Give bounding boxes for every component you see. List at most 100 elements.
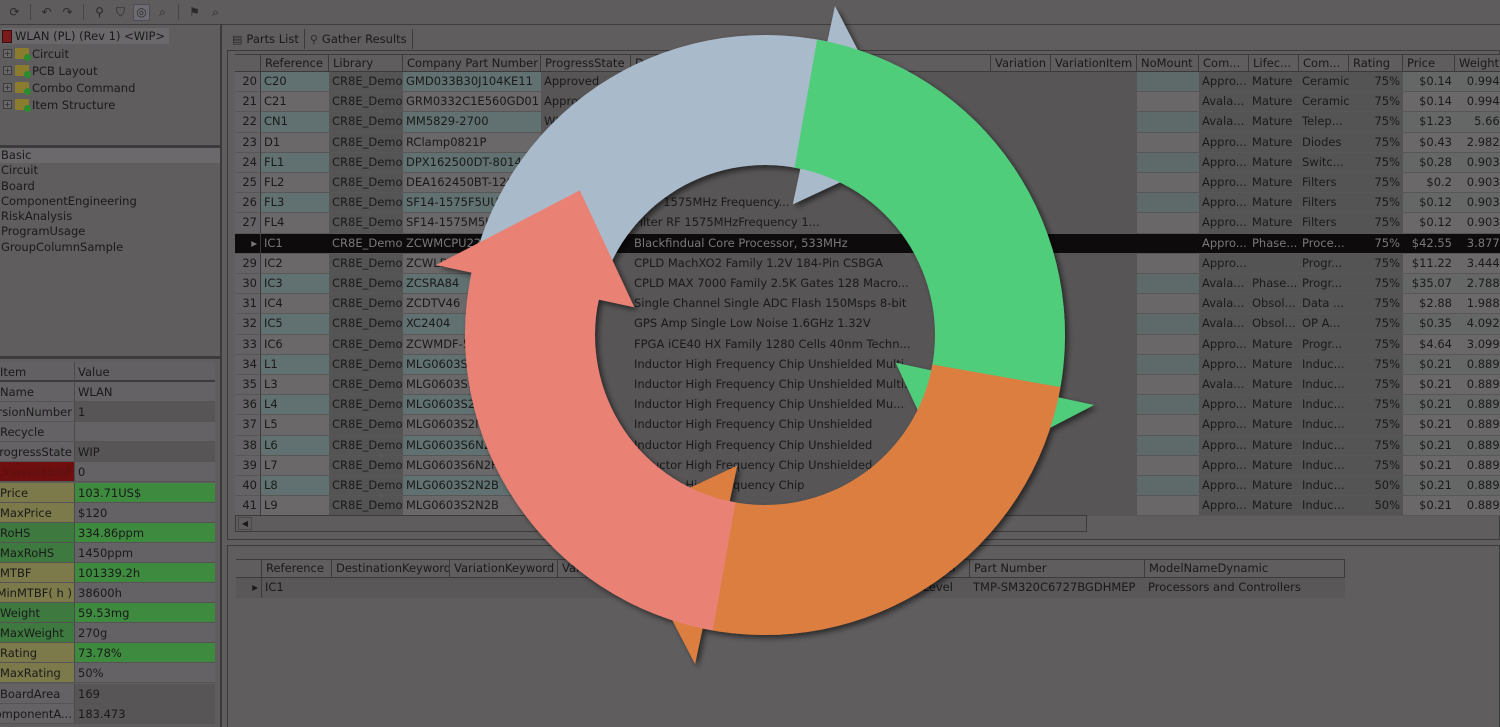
property-row[interactable]: Name WLAN [0, 382, 215, 403]
parts-table-row[interactable]: 20 C20 CR8E_Demo GMD033B30J104KE11 Approved.… [235, 72, 1500, 93]
property-row[interactable]: MinMTBF( h ) 38600h [0, 583, 215, 604]
view-item[interactable]: ProgramUsage [0, 224, 220, 239]
property-row[interactable]: Price 103.71US$ [0, 482, 215, 503]
property-value[interactable]: 50% [75, 663, 215, 684]
divider[interactable] [0, 356, 220, 359]
column-header[interactable]: ProgressState [541, 54, 631, 72]
property-row[interactable]: ComponentA...183.473 [0, 703, 215, 724]
search-button[interactable]: ⌕ [207, 4, 224, 21]
property-row[interactable]: RoHS 334.86ppm [0, 522, 215, 543]
column-header[interactable]: Part Number [970, 559, 1145, 578]
zoom-fit-button[interactable]: ⌕ [154, 4, 171, 21]
tab-parts-list[interactable]: ▤ Parts List [227, 29, 305, 49]
property-value[interactable] [75, 422, 215, 443]
column-header[interactable]: Lifec... [1249, 54, 1299, 72]
parts-table-row[interactable]: 39 L7 CR8E_Demo MLG0603S6N2H Inductor High F… [235, 455, 1500, 476]
parts-table-row[interactable]: 30 IC3 CR8E_Demo ZCSRA84 CPLD MAX 7000 Famil… [235, 274, 1500, 295]
column-header[interactable]: Price [1403, 54, 1455, 72]
property-value[interactable]: 270g [75, 623, 215, 644]
tree-node[interactable]: + Item Structure [3, 96, 115, 113]
filter-button[interactable]: ⛉ [112, 4, 129, 21]
tree-node[interactable]: + Combo Command [3, 79, 135, 96]
property-value[interactable]: 38600h [75, 583, 215, 604]
property-value[interactable]: $120 [75, 502, 215, 523]
view-item[interactable]: Basic [0, 148, 220, 164]
parts-table-row[interactable]: 41 L9 CR8E_Demo MLG0603S2N2B Appro... Mature I… [235, 496, 1500, 517]
view-item[interactable]: RiskAnalysis [0, 209, 220, 224]
parts-table-row[interactable]: 22 CN1 CR8E_Demo MM5829-2700 WIP ...4 Ter... A… [235, 112, 1500, 133]
column-header[interactable]: VariationItem [1051, 54, 1137, 72]
item-column-header[interactable]: Item [0, 362, 75, 383]
parts-table-row[interactable]: 36 L4 CR8E_Demo MLG0603S2 Inductor High Freq… [235, 395, 1500, 416]
property-row[interactable]: UnavailableP 0 [0, 462, 215, 483]
parts-table-row[interactable]: 31 IC4 CR8E_Demo ZCDTV46 Single Channel Sing… [235, 294, 1500, 315]
view-item[interactable]: Board [0, 179, 220, 194]
view-button[interactable]: ◎ [133, 3, 150, 21]
parts-table-row[interactable]: ▸ IC1 CR8E_Demo ZCWMCPU22 Blackfindual Core … [235, 233, 1500, 254]
property-value[interactable]: 0 [75, 462, 215, 483]
property-value[interactable]: 73.78% [75, 643, 215, 664]
view-item[interactable]: GroupColumnSample [0, 240, 220, 255]
property-row[interactable]: Weight 59.53mg [0, 603, 215, 624]
gather-button[interactable]: ⚲ [91, 4, 108, 21]
parts-table-row[interactable]: 34 L1 CR8E_Demo MLG0603S Inductor High Frequ… [235, 354, 1500, 375]
property-value[interactable]: WIP [75, 442, 215, 463]
column-header[interactable]: Library [329, 54, 403, 72]
value-column-header[interactable]: Value [75, 362, 215, 383]
pin-button[interactable]: ⚑ [186, 4, 203, 21]
property-row[interactable]: MaxPrice $120 [0, 502, 215, 523]
parts-table-row[interactable]: 37 L5 CR8E_Demo MLG0603S2N Inductor High Fre… [235, 415, 1500, 436]
parts-table-row[interactable]: 38 L6 CR8E_Demo MLG0603S6N2 Inductor High Fr… [235, 435, 1500, 456]
parts-table-row[interactable]: 32 IC5 CR8E_Demo XC2404 GPS Amp Single Low N… [235, 314, 1500, 335]
column-header[interactable]: Varia... [558, 559, 628, 578]
property-row[interactable]: MaxRoHS 1450ppm [0, 542, 215, 563]
property-row[interactable]: Recycle [0, 422, 215, 443]
expand-icon[interactable]: + [3, 66, 12, 75]
property-value[interactable]: 334.86ppm [75, 522, 215, 543]
tree-node[interactable]: + PCB Layout [3, 62, 98, 79]
parts-table-row[interactable]: 29 IC2 CR8E_Demo ZCWLBT185 CPLD MachXO2 Fami… [235, 253, 1500, 274]
undo-button[interactable]: ↶ [38, 4, 55, 21]
column-header[interactable]: Com... [1199, 54, 1249, 72]
property-value[interactable]: 59.53mg [75, 603, 215, 624]
property-row[interactable]: MTBF 101339.2h [0, 562, 215, 583]
property-value[interactable]: 1 [75, 402, 215, 423]
parts-table-row[interactable]: 24 FL1 CR8E_Demo DPX162500DT-8014A Appro... M… [235, 152, 1500, 173]
parts-table-row[interactable]: 33 IC6 CR8E_Demo ZCWMDF-5 FPGA iCE40 HX Fami… [235, 334, 1500, 355]
column-header[interactable]: Reference [262, 559, 332, 578]
expand-icon[interactable]: + [3, 49, 12, 58]
property-value[interactable]: WLAN [75, 382, 215, 403]
parts-table-row[interactable]: 35 L3 CR8E_Demo MLG0603S9 Inductor High Freq… [235, 375, 1500, 396]
column-header[interactable] [236, 559, 262, 578]
column-header[interactable]: DestinationKeyword [332, 559, 450, 578]
property-value[interactable]: 183.473 [75, 703, 215, 724]
expand-icon[interactable]: + [3, 83, 12, 92]
column-header[interactable]: Weight [1455, 54, 1500, 72]
column-header[interactable]: VariationKeyword [450, 559, 558, 578]
refresh-button[interactable]: ⟳ [6, 4, 23, 21]
scroll-left-button[interactable]: ◀ [238, 517, 252, 530]
property-row[interactable]: MaxWeight 270g [0, 623, 215, 644]
parts-table-row[interactable]: 25 FL2 CR8E_Demo DEA162450BT-126 Appro... Mat… [235, 173, 1500, 194]
column-header[interactable]: Description [631, 54, 991, 72]
property-value[interactable]: 101339.2h [75, 562, 215, 583]
expand-icon[interactable]: + [3, 100, 12, 109]
column-header[interactable] [235, 54, 261, 72]
property-row[interactable]: MaxRating 50% [0, 663, 215, 684]
parts-table-row[interactable]: 27 FL4 CR8E_Demo SF14-1575M5U Filter RF 1575… [235, 213, 1500, 234]
tree-root[interactable]: WLAN (PL) (Rev 1) <WIP> [2, 28, 170, 44]
column-header[interactable]: Company Part Number [403, 54, 541, 72]
property-value[interactable]: 169 [75, 683, 215, 704]
property-row[interactable]: ProgressState WIP [0, 442, 215, 463]
property-value[interactable]: 103.71US$ [75, 482, 215, 503]
parts-table-row[interactable]: 23 D1 CR8E_Demo RClamp0821P Appro... Mature Di… [235, 132, 1500, 153]
column-header[interactable]: Com... [1299, 54, 1349, 72]
parts-table-row[interactable]: 40 L8 CR8E_Demo MLG0603S2N2B Inductor High F… [235, 476, 1500, 497]
column-header[interactable]: Rating [1349, 54, 1403, 72]
tab-gather-results[interactable]: ⚲ Gather Results [305, 29, 413, 49]
column-header[interactable]: Reference [261, 54, 329, 72]
property-row[interactable]: Rating 73.78% [0, 643, 215, 664]
redo-button[interactable]: ↷ [59, 4, 76, 21]
view-item[interactable]: ComponentEngineering [0, 194, 220, 209]
column-header[interactable]: ModelNameDynamic [1145, 559, 1345, 578]
